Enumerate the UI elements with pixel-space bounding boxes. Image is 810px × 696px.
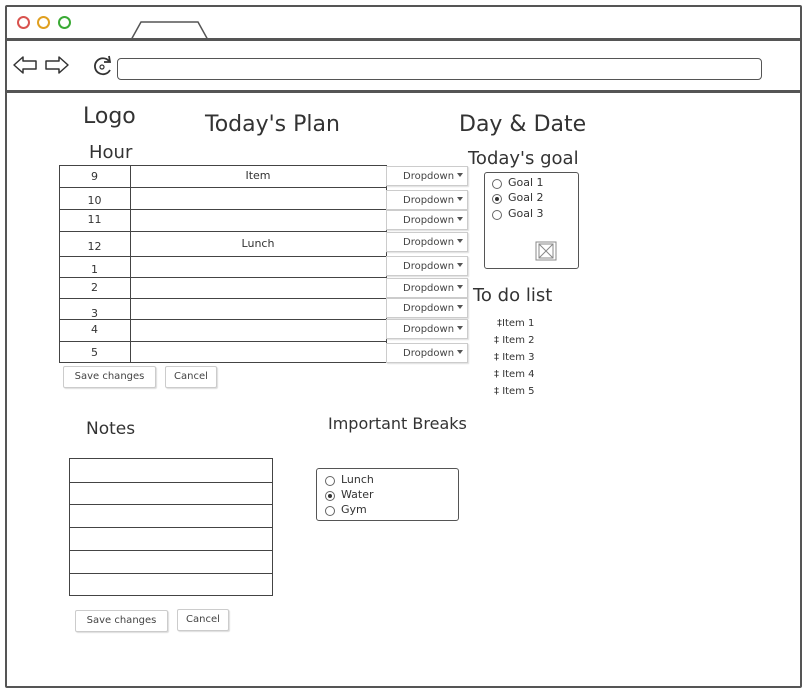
goals-title: Today's goal: [468, 148, 579, 169]
goal-label: Goal 3: [508, 207, 544, 220]
hour-dropdown[interactable]: Dropdown: [386, 232, 468, 252]
goal-radio[interactable]: [492, 194, 502, 204]
forward-arrow-icon[interactable]: [44, 55, 70, 75]
chevron-down-icon: [457, 197, 463, 201]
page-title: Today's Plan: [205, 112, 340, 137]
breaks-title: Important Breaks: [328, 414, 467, 433]
todo-item[interactable]: ‡ Item 2: [494, 335, 535, 346]
browser-toolbar: [7, 41, 800, 93]
hour-cell: 4: [91, 323, 98, 336]
hour-dropdown[interactable]: Dropdown: [386, 166, 468, 186]
hour-dropdown[interactable]: Dropdown: [386, 190, 468, 210]
schedule-cancel-button[interactable]: Cancel: [165, 366, 217, 388]
refresh-icon[interactable]: [91, 54, 113, 78]
goal-label: Goal 1: [508, 176, 544, 189]
hour-cell: 2: [91, 281, 98, 294]
maximize-window-icon[interactable]: [58, 16, 71, 29]
todo-title: To do list: [473, 285, 553, 306]
hour-dropdown[interactable]: Dropdown: [386, 343, 468, 363]
hour-cell: 12: [87, 240, 102, 253]
day-date-label: Day & Date: [459, 112, 587, 137]
schedule-save-button[interactable]: Save changes: [63, 366, 156, 388]
logo: Logo: [83, 104, 136, 129]
hour-dropdown[interactable]: Dropdown: [386, 210, 468, 230]
break-radio[interactable]: [325, 506, 335, 516]
title-bar: [7, 7, 800, 41]
hour-dropdown[interactable]: Dropdown: [386, 256, 468, 276]
todo-item[interactable]: ‡ Item 3: [494, 352, 535, 363]
item-cell[interactable]: Lunch: [130, 237, 386, 250]
chevron-down-icon: [457, 305, 463, 309]
chevron-down-icon: [457, 350, 463, 354]
chevron-down-icon: [457, 285, 463, 289]
address-bar[interactable]: [117, 58, 762, 80]
breaks-panel: Lunch Water Gym: [316, 468, 459, 521]
goal-radio[interactable]: [492, 210, 502, 220]
hour-dropdown[interactable]: Dropdown: [386, 278, 468, 298]
browser-tab[interactable]: [131, 21, 208, 41]
notes-cancel-button[interactable]: Cancel: [177, 609, 229, 631]
hour-cell: 11: [87, 213, 102, 226]
hour-cell: 5: [91, 346, 98, 359]
schedule-table: 9 Item 10 11 12 Lunch 1 2 3 4 5: [59, 165, 387, 363]
image-placeholder-icon: [535, 241, 557, 261]
todo-item[interactable]: ‡ Item 5: [494, 386, 535, 397]
hour-cell: 9: [91, 170, 98, 183]
todo-item[interactable]: ‡Item 1: [497, 318, 534, 329]
todo-item[interactable]: ‡ Item 4: [494, 369, 535, 380]
chevron-down-icon: [457, 173, 463, 177]
notes-textarea[interactable]: [69, 458, 273, 596]
break-label: Water: [341, 488, 374, 501]
close-window-icon[interactable]: [17, 16, 30, 29]
item-cell[interactable]: Item: [130, 169, 386, 182]
break-label: Lunch: [341, 473, 374, 486]
notes-title: Notes: [86, 419, 136, 439]
goal-label: Goal 2: [508, 191, 544, 204]
goal-radio[interactable]: [492, 179, 502, 189]
goals-panel: Goal 1 Goal 2 Goal 3: [484, 172, 579, 269]
hour-column-header: Hour: [89, 142, 133, 163]
minimize-window-icon[interactable]: [37, 16, 50, 29]
hour-dropdown[interactable]: Dropdown: [386, 319, 468, 339]
hour-cell: 1: [91, 263, 98, 276]
chevron-down-icon: [457, 326, 463, 330]
notes-save-button[interactable]: Save changes: [75, 610, 168, 632]
chevron-down-icon: [457, 217, 463, 221]
break-label: Gym: [341, 503, 367, 516]
hour-cell: 3: [91, 307, 98, 320]
chevron-down-icon: [457, 263, 463, 267]
break-radio[interactable]: [325, 476, 335, 486]
break-radio[interactable]: [325, 491, 335, 501]
hour-dropdown[interactable]: Dropdown: [386, 298, 468, 318]
back-arrow-icon[interactable]: [12, 55, 38, 75]
hour-cell: 10: [87, 194, 102, 207]
chevron-down-icon: [457, 239, 463, 243]
